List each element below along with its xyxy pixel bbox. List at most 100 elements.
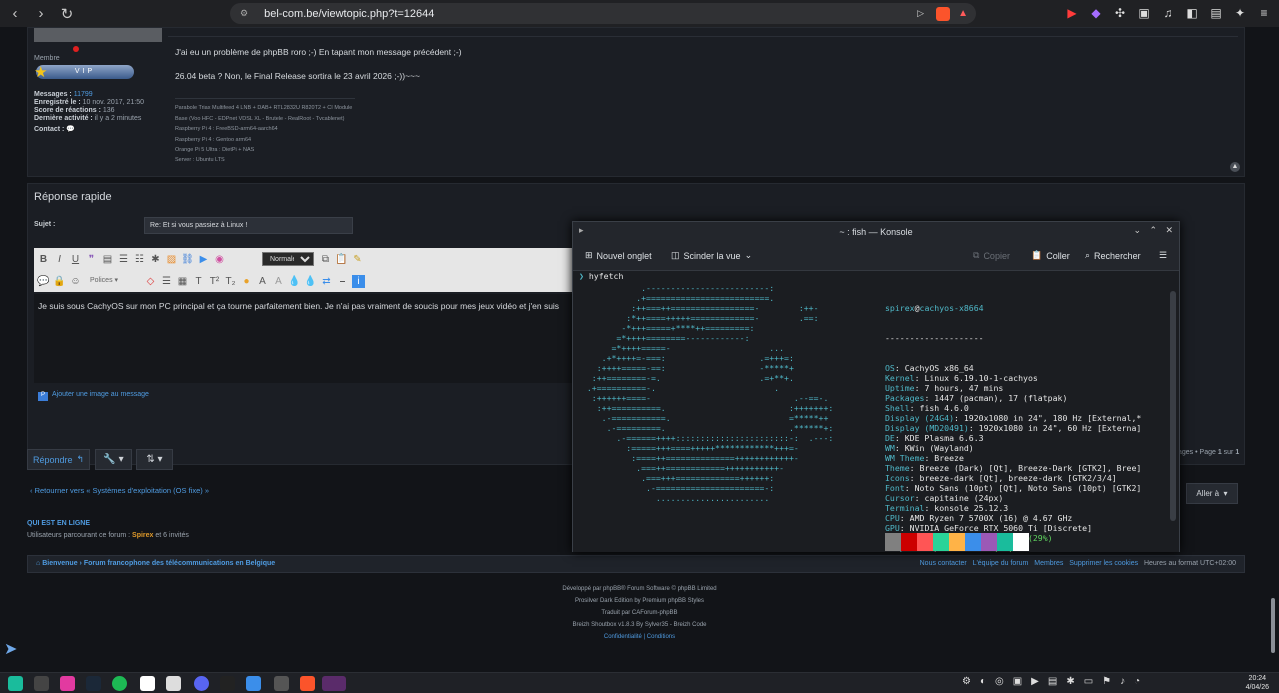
obs-icon[interactable] xyxy=(220,676,235,691)
font-family-select[interactable]: Polices ▾ xyxy=(90,276,118,284)
terminal-output[interactable]: ❯ hyfetch .-------------------------: .+… xyxy=(573,271,1179,552)
forum-link[interactable]: Forum francophone des télécommunications… xyxy=(84,560,275,567)
paste-icon[interactable]: 📋 xyxy=(335,253,348,266)
shoutbox-toggle-icon[interactable]: ➤ xyxy=(4,639,17,659)
sidebar-icon[interactable]: ◧ xyxy=(1183,4,1201,22)
home-link[interactable]: Bienvenue xyxy=(42,560,77,567)
youtube-extension-icon[interactable]: ▶ xyxy=(1063,4,1081,22)
strike-icon[interactable]: T xyxy=(192,275,205,288)
split-view-button[interactable]: ◫ Scinder la vue ⌄ xyxy=(671,250,752,261)
footer-links[interactable]: Confidentialité | Conditions xyxy=(0,634,1279,640)
copy-icon[interactable]: ⧉ xyxy=(319,253,332,266)
page-scrollbar[interactable] xyxy=(1270,30,1276,670)
hamburger-menu-icon[interactable]: ☰ xyxy=(1159,250,1167,261)
info-icon[interactable]: i xyxy=(352,275,365,288)
media-icon[interactable]: ♫ xyxy=(1159,4,1177,22)
close-icon[interactable]: ✕ xyxy=(1165,225,1173,236)
members-link[interactable]: Membres xyxy=(1034,560,1063,567)
quote-icon[interactable]: ❞ xyxy=(85,253,98,266)
app-launcher-icon[interactable] xyxy=(8,676,23,691)
messages-count[interactable]: 11799 xyxy=(74,91,93,98)
new-tab-button[interactable]: ⊞ Nouvel onglet xyxy=(585,250,652,261)
hr-icon[interactable]: ⎯ xyxy=(336,275,349,288)
terminal-scrollbar[interactable] xyxy=(1170,291,1176,521)
sort-button[interactable]: ⇅ ▾ xyxy=(136,449,173,470)
font-icon[interactable]: A xyxy=(256,275,269,288)
font-size-select[interactable]: Normale xyxy=(262,252,314,266)
system-tray-icons[interactable]: ⚙◐◎▣▶▤✱▭⚑♪◔ xyxy=(962,676,1149,687)
smiley-icon[interactable]: ☺ xyxy=(69,275,82,288)
menu-icon[interactable]: ≡ xyxy=(1255,4,1273,22)
pagination-sep: sur xyxy=(1221,449,1236,456)
page-scrollbar-thumb[interactable] xyxy=(1271,598,1275,653)
spotify-icon[interactable] xyxy=(112,676,127,691)
emoji-icon[interactable]: ● xyxy=(240,275,253,288)
extensions-icon[interactable]: ✣ xyxy=(1111,4,1129,22)
brave-shield-icon[interactable] xyxy=(936,6,950,21)
italic-icon[interactable]: I xyxy=(53,253,66,266)
wallet-icon[interactable]: ▤ xyxy=(1207,4,1225,22)
mail-icon[interactable] xyxy=(140,676,155,691)
discord-icon[interactable] xyxy=(194,676,209,691)
subject-input[interactable]: Re: Et si vous passiez à Linux ! xyxy=(144,217,353,234)
ordered-list-icon[interactable]: ☷ xyxy=(133,253,146,266)
reload-icon[interactable]: ↻ xyxy=(56,3,78,25)
contact-link[interactable]: Nous contacter xyxy=(920,560,967,567)
reader-icon[interactable]: ▣ xyxy=(1135,4,1153,22)
back-to-top-icon[interactable]: ▲ xyxy=(1230,162,1240,172)
shoutbox-icon[interactable]: 💬 xyxy=(37,275,50,288)
extension-icon[interactable]: ◆ xyxy=(1087,4,1105,22)
forward-icon[interactable]: › xyxy=(30,3,52,25)
superscript-icon[interactable]: T² xyxy=(208,275,221,288)
copy-button[interactable]: ⧉ Copier xyxy=(973,250,1010,261)
add-image-link[interactable]: P Ajouter une image au message xyxy=(38,391,149,401)
highlight-icon[interactable]: ◇ xyxy=(144,275,157,288)
minimize-icon[interactable]: ⌄ xyxy=(1133,225,1141,236)
maximize-icon[interactable]: ⌃ xyxy=(1149,225,1157,236)
drop-alt-icon[interactable]: 💧 xyxy=(304,275,317,288)
overview-icon[interactable] xyxy=(34,676,49,691)
lock-icon[interactable]: 🔒 xyxy=(53,275,66,288)
clock[interactable]: 20:24 4/04/26 xyxy=(1246,674,1269,692)
align-icon[interactable]: ☰ xyxy=(160,275,173,288)
code-icon[interactable]: ▤ xyxy=(101,253,114,266)
contact-icon[interactable]: 💬 xyxy=(66,126,75,133)
font-outline-icon[interactable]: A xyxy=(272,275,285,288)
konsole-taskbar-icon[interactable] xyxy=(322,676,346,691)
steam-icon[interactable] xyxy=(86,676,101,691)
reply-button[interactable]: Répondre ↰ xyxy=(27,449,90,470)
tools-button[interactable]: 🔧 ▾ xyxy=(95,449,132,470)
address-bar[interactable]: ⚙ bel-com.be/viewtopic.php?t=12644 ▷ ▲ xyxy=(230,3,976,24)
site-info-icon[interactable]: ⚙ xyxy=(240,8,248,19)
list-icon[interactable]: ☰ xyxy=(117,253,130,266)
swap-icon[interactable]: ⇄ xyxy=(320,275,333,288)
files-icon[interactable] xyxy=(60,676,75,691)
goto-select[interactable]: Aller à ▾ xyxy=(1186,483,1238,504)
spoiler-icon[interactable]: ✎ xyxy=(351,253,364,266)
drop-icon[interactable]: 💧 xyxy=(288,275,301,288)
table-icon[interactable]: ▦ xyxy=(176,275,189,288)
back-icon[interactable]: ‹ xyxy=(4,3,26,25)
online-user[interactable]: Spirex xyxy=(132,532,153,539)
list-item-icon[interactable]: ✱ xyxy=(149,253,162,266)
color-icon[interactable]: ◉ xyxy=(213,253,226,266)
thunderbird-icon[interactable] xyxy=(274,676,289,691)
back-to-forum-link[interactable]: ‹ Retourner vers « Systèmes d'exploitati… xyxy=(30,486,209,495)
bold-icon[interactable]: B xyxy=(37,253,50,266)
brave-icon[interactable] xyxy=(300,676,315,691)
underline-icon[interactable]: U xyxy=(69,253,82,266)
search-button[interactable]: ⌕ Rechercher xyxy=(1085,250,1141,261)
media-icon[interactable]: ▶ xyxy=(197,253,210,266)
image-icon[interactable]: ▨ xyxy=(165,253,178,266)
team-link[interactable]: L'équipe du forum xyxy=(973,560,1029,567)
send-tab-icon[interactable]: ▷ xyxy=(917,8,924,19)
leo-icon[interactable]: ✦ xyxy=(1231,4,1249,22)
settings-icon[interactable] xyxy=(246,676,261,691)
message-textarea[interactable]: Je suis sous CachyOS sur mon PC principa… xyxy=(34,294,594,383)
paste-button[interactable]: 📋 Coller xyxy=(1031,250,1070,261)
subscript-icon[interactable]: T₂ xyxy=(224,275,237,288)
notes-icon[interactable] xyxy=(166,676,181,691)
link-icon[interactable]: ⛓ xyxy=(181,253,194,266)
brave-rewards-icon[interactable]: ▲ xyxy=(958,8,968,19)
cookies-link[interactable]: Supprimer les cookies xyxy=(1069,560,1138,567)
